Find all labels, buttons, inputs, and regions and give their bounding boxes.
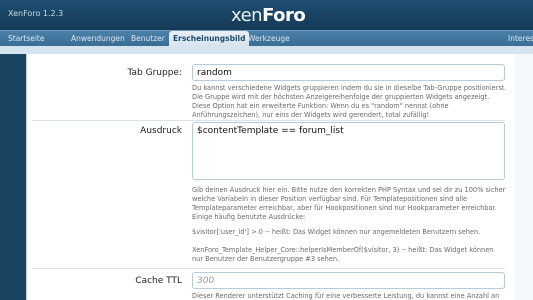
cache-ttl-label: Cache TTL xyxy=(135,276,182,286)
tab-group-explain: Du kannst verschiedene Widgets gruppiere… xyxy=(192,84,507,120)
logo-text-xen: xen xyxy=(231,5,263,26)
expression-explain-line: Gib deinen Ausdruck hier ein. Bitte nutz… xyxy=(192,186,506,194)
tab-benutzer[interactable]: Benutzer xyxy=(131,31,165,47)
top-header: XenForo 1.2.3 xenForo xyxy=(0,0,533,30)
app-version-title: XenForo 1.2.3 xyxy=(8,9,64,18)
tab-erscheinungsbild[interactable]: Erscheinungsbild xyxy=(169,31,250,47)
sub-navigation-bar xyxy=(0,46,533,54)
tab-group-label: Tab Gruppe: xyxy=(127,68,182,78)
content-right-edge xyxy=(515,54,533,300)
logo-text-foro: Foro xyxy=(262,5,306,26)
tab-group-explain-line: Die Gruppe wird mit der höchsten Anzeige… xyxy=(192,93,490,101)
expression-example-line: nur Benutzer der Benutzergruppe #3 sehen… xyxy=(192,255,340,263)
tab-group-explain-line: Anführungszeichen), nur eins der Widgets… xyxy=(192,111,430,119)
main-navigation: Startseite Anwendungen Benutzer Erschein… xyxy=(0,30,533,47)
section-divider xyxy=(32,268,505,269)
expression-explain-line: Templateparameter erreichbar, aber für H… xyxy=(192,204,497,212)
expression-example-usergroup: XenForo_Template_Helper_Core::helperIsMe… xyxy=(192,246,507,264)
tab-startseite[interactable]: Startseite xyxy=(8,31,44,47)
expression-example-line: XenForo_Template_Helper_Core::helperIsMe… xyxy=(192,246,494,254)
tab-group-explain-line: Du kannst verschiedene Widgets gruppiere… xyxy=(192,84,507,92)
expression-explain: Gib deinen Ausdruck hier ein. Bitte nutz… xyxy=(192,186,507,222)
xenforo-logo[interactable]: xenForo xyxy=(231,5,306,26)
section-divider xyxy=(32,120,505,121)
tab-group-explain-line: Diese Option hat ein erweiterte Funktion… xyxy=(192,102,449,110)
cache-ttl-input[interactable]: 300 xyxy=(192,272,505,289)
tab-interessen[interactable]: Interes xyxy=(508,31,533,47)
cache-ttl-explain: Dieser Renderer unterstützt Caching für … xyxy=(192,292,500,300)
expression-explain-line: Einige häufig benutzte Ausdrücke: xyxy=(192,213,306,221)
expression-label: Ausdruck xyxy=(140,126,182,136)
tab-werkzeuge[interactable]: Werkzeuge xyxy=(248,31,290,47)
expression-explain-line: welche Variabeln in dieser Position verf… xyxy=(192,195,468,203)
tab-anwendungen[interactable]: Anwendungen xyxy=(71,31,125,47)
expression-example-logged-in: $visitor['user_id'] > 0 -- heißt: Das Wi… xyxy=(192,228,481,236)
tab-group-input[interactable]: random xyxy=(192,64,505,81)
expression-textarea[interactable]: $contentTemplate == forum_list xyxy=(192,122,505,180)
